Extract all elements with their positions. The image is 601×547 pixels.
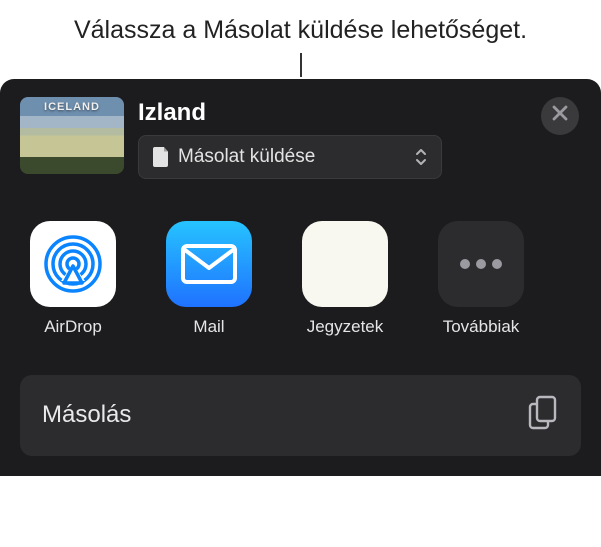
sheet-header: ICELAND Izland Másolat küldése (0, 79, 601, 179)
share-app-notes[interactable]: Jegyzetek (302, 221, 388, 337)
app-label: Jegyzetek (307, 317, 384, 337)
copy-action[interactable]: Másolás (20, 375, 581, 456)
title-column: Izland Másolat küldése (138, 97, 581, 179)
dropdown-label: Másolat küldése (178, 146, 407, 168)
app-label: Továbbiak (443, 317, 520, 337)
callout-leader-line (300, 53, 302, 77)
callout-text: Válassza a Másolat küldése lehetőséget. (0, 0, 601, 53)
document-icon (153, 147, 170, 167)
share-app-mail[interactable]: Mail (166, 221, 252, 337)
close-icon (551, 104, 569, 127)
document-title: Izland (138, 99, 581, 127)
close-button[interactable] (541, 97, 579, 135)
airdrop-icon (30, 221, 116, 307)
notes-icon (302, 221, 388, 307)
action-label: Másolás (42, 401, 131, 429)
copy-icon (527, 395, 559, 436)
app-label: Mail (193, 317, 224, 337)
thumbnail-caption: ICELAND (44, 101, 100, 113)
app-label: AirDrop (44, 317, 102, 337)
document-thumbnail: ICELAND (20, 97, 124, 174)
share-apps-row: AirDrop Mail Jegyzetek (0, 179, 601, 349)
share-sheet: ICELAND Izland Másolat küldése (0, 79, 601, 476)
mail-icon (166, 221, 252, 307)
share-app-more[interactable]: Továbbiak (438, 221, 524, 337)
share-app-airdrop[interactable]: AirDrop (30, 221, 116, 337)
more-icon (438, 221, 524, 307)
chevron-up-down-icon (415, 148, 427, 166)
send-copy-dropdown[interactable]: Másolat küldése (138, 135, 442, 179)
